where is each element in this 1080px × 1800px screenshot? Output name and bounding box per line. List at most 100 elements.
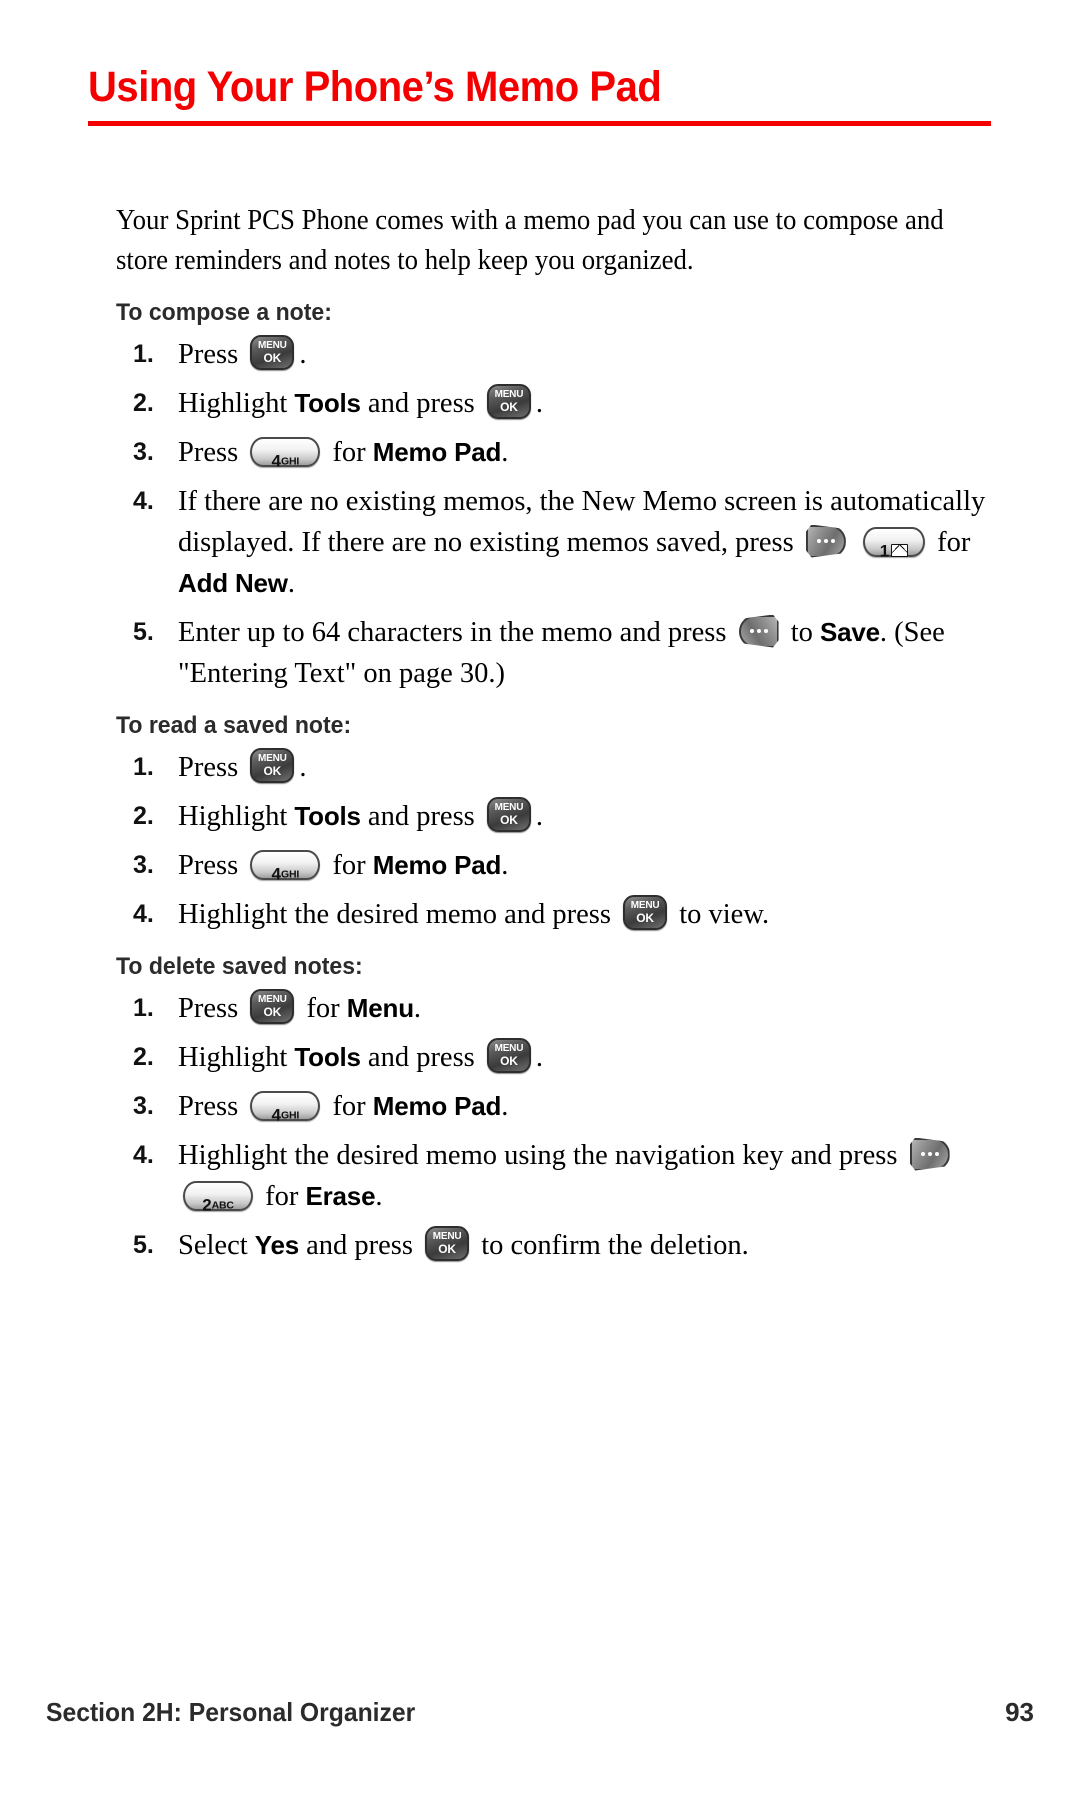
footer-page-number: 93 <box>1005 1697 1034 1727</box>
menu-ok-key-icon: MENU OK <box>250 334 295 370</box>
menu-ok-line1: MENU <box>494 388 524 400</box>
key-sublabel: ABC <box>211 1198 234 1211</box>
step-number: 5. <box>133 617 154 646</box>
envelope-icon <box>891 544 909 558</box>
menu-ok-key-icon: MENU OK <box>623 894 668 930</box>
step-item: 5. Enter up to 64 characters in the memo … <box>116 612 996 694</box>
menu-ok-line2: OK <box>438 1241 456 1256</box>
key-sublabel: GHI <box>281 1108 300 1121</box>
key-digit: 2 <box>202 1194 212 1214</box>
emphasis-label: Memo Pad <box>372 849 502 880</box>
left-soft-key-icon <box>909 1137 950 1171</box>
menu-ok-line1: MENU <box>257 752 287 764</box>
number-key-2-abc-icon: 2ABC <box>183 1180 253 1214</box>
step-list: 1. Press MENU OK. 2. Highlight Tools and pre… <box>116 747 996 935</box>
soft-key-dots <box>739 629 779 633</box>
menu-ok-line2: OK <box>636 910 654 925</box>
menu-ok-line1: MENU <box>494 801 524 813</box>
step-number: 1. <box>133 339 154 368</box>
step-number: 3. <box>133 850 154 879</box>
step-number: 3. <box>133 437 154 466</box>
emphasis-label: Memo Pad <box>372 1090 502 1121</box>
menu-ok-line1: MENU <box>257 339 287 351</box>
step-item: 1. Press MENU OK for Menu. <box>116 988 996 1029</box>
emphasis-label: Memo Pad <box>372 436 502 467</box>
footer-section-label: Section 2H: Personal Organizer <box>46 1697 416 1727</box>
emphasis-label: Tools <box>294 1041 361 1072</box>
step-number: 4. <box>133 1140 154 1169</box>
key-sublabel: GHI <box>281 454 300 467</box>
step-number: 1. <box>133 752 154 781</box>
title-underline-rule <box>88 121 991 126</box>
step-number: 2. <box>133 1042 154 1071</box>
menu-ok-line2: OK <box>500 399 518 414</box>
number-key-4-ghi-icon: 4GHI <box>250 849 321 883</box>
document-body: Your Sprint PCS Phone comes with a memo … <box>116 172 996 1274</box>
step-number: 2. <box>133 388 154 417</box>
step-item: 5. Select Yes and press MENU OK to confirm… <box>116 1225 996 1266</box>
emphasis-label: Erase <box>305 1180 376 1211</box>
soft-key-dots <box>806 539 846 543</box>
step-item: 2. Highlight Tools and press MENU OK. <box>116 796 996 837</box>
step-item: 2. Highlight Tools and press MENU OK. <box>116 383 996 424</box>
menu-ok-line2: OK <box>263 763 282 778</box>
menu-ok-line2: OK <box>500 1053 518 1068</box>
step-item: 4. Highlight the desired memo using the n… <box>116 1135 996 1217</box>
step-number: 5. <box>133 1230 154 1259</box>
step-number: 4. <box>133 486 154 515</box>
section-heading: To delete saved notes: <box>116 952 363 980</box>
key-digit: 4 <box>271 450 281 470</box>
page-title: Using Your Phone’s Memo Pad <box>88 63 662 111</box>
menu-ok-line1: MENU <box>630 899 660 911</box>
menu-ok-key-icon: MENU OK <box>250 747 295 783</box>
page-footer: Section 2H: Personal Organizer 93 <box>46 1697 1034 1728</box>
document-page: Using Your Phone’s Memo Pad Your Sprint … <box>0 0 1080 1800</box>
step-number: 1. <box>133 993 154 1022</box>
key-digit: 4 <box>271 1104 281 1124</box>
right-soft-key-icon <box>738 614 779 648</box>
menu-ok-line2: OK <box>500 812 518 827</box>
step-item: 3. Press 4GHI for Memo Pad. <box>116 432 996 473</box>
menu-ok-key-icon: MENU OK <box>486 796 531 832</box>
key-digit: 4 <box>271 863 281 883</box>
emphasis-label: Menu <box>346 992 414 1023</box>
soft-key-dots <box>910 1152 950 1156</box>
key-sublabel: GHI <box>281 867 300 880</box>
step-item: 2. Highlight Tools and press MENU OK. <box>116 1037 996 1078</box>
title-block: Using Your Phone’s Memo Pad <box>88 62 992 126</box>
emphasis-label: Add New <box>178 567 288 598</box>
left-soft-key-icon <box>805 524 846 558</box>
step-item: 4. Highlight the desired memo and press M… <box>116 894 996 935</box>
emphasis-label: Tools <box>294 387 361 418</box>
menu-ok-line1: MENU <box>257 993 287 1005</box>
number-key-4-ghi-icon: 4GHI <box>250 436 321 470</box>
menu-ok-key-icon: MENU OK <box>425 1225 470 1261</box>
step-number: 4. <box>133 899 154 928</box>
key-digit: 1 <box>879 540 890 560</box>
menu-ok-line1: MENU <box>494 1042 524 1054</box>
sections-container: To compose a note: 1. Press MENU OK. 2. Highl… <box>116 298 996 1266</box>
menu-ok-line1: MENU <box>432 1230 462 1242</box>
number-key-1-message-icon: 1 <box>863 526 925 560</box>
step-item: 4. If there are no existing memos, the Ne… <box>116 481 996 604</box>
section-heading: To read a saved note: <box>116 711 352 739</box>
emphasis-label: Yes <box>254 1229 299 1260</box>
section-heading: To compose a note: <box>116 298 332 326</box>
step-item: 1. Press MENU OK. <box>116 334 996 375</box>
step-number: 2. <box>133 801 154 830</box>
menu-ok-key-icon: MENU OK <box>250 988 295 1024</box>
menu-ok-key-icon: MENU OK <box>486 383 531 419</box>
emphasis-label: Tools <box>294 800 361 831</box>
menu-ok-line2: OK <box>263 350 282 365</box>
step-item: 3. Press 4GHI for Memo Pad. <box>116 1086 996 1127</box>
menu-ok-line2: OK <box>263 1004 282 1019</box>
step-item: 1. Press MENU OK. <box>116 747 996 788</box>
step-list: 1. Press MENU OK for Menu. 2. Highlight Tool… <box>116 988 996 1266</box>
emphasis-label: Save <box>820 616 880 647</box>
step-list: 1. Press MENU OK. 2. Highlight Tools and pre… <box>116 334 996 694</box>
menu-ok-key-icon: MENU OK <box>486 1037 531 1073</box>
number-key-4-ghi-icon: 4GHI <box>250 1090 321 1124</box>
step-item: 3. Press 4GHI for Memo Pad. <box>116 845 996 886</box>
intro-paragraph: Your Sprint PCS Phone comes with a memo … <box>116 204 944 276</box>
step-number: 3. <box>133 1091 154 1120</box>
